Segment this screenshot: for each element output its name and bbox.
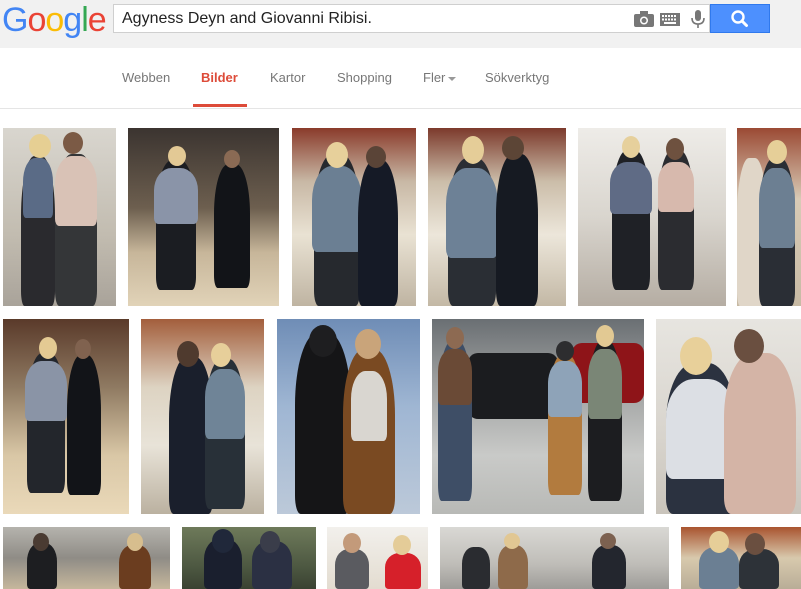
- logo-letter: o: [27, 1, 46, 39]
- image-result[interactable]: [440, 527, 669, 589]
- image-result[interactable]: [737, 128, 801, 306]
- tab-more-label: Fler: [423, 70, 446, 85]
- tab-shopping[interactable]: Shopping: [337, 70, 392, 85]
- search-input[interactable]: [114, 5, 642, 32]
- image-result[interactable]: [3, 128, 116, 306]
- microphone-icon[interactable]: [687, 10, 709, 28]
- image-result[interactable]: [681, 527, 801, 589]
- car-shape: [468, 353, 558, 419]
- image-result[interactable]: [428, 128, 566, 306]
- logo-letter: e: [87, 1, 107, 39]
- search-button[interactable]: [710, 4, 770, 33]
- google-logo[interactable]: Google: [2, 1, 107, 39]
- image-result[interactable]: [292, 128, 416, 306]
- image-result[interactable]: [578, 128, 726, 306]
- camera-icon[interactable]: [633, 10, 655, 28]
- logo-letter: g: [63, 1, 82, 39]
- active-tab-indicator: [193, 104, 247, 107]
- tab-more[interactable]: Fler: [423, 70, 457, 85]
- keyboard-icon[interactable]: [659, 10, 681, 28]
- chevron-down-icon: [448, 76, 457, 81]
- image-result[interactable]: [327, 527, 428, 589]
- tab-search-tools[interactable]: Sökverktyg: [485, 70, 549, 85]
- search-tabs: Webben Bilder Kartor Shopping Fler Sökve…: [0, 48, 801, 109]
- tab-web[interactable]: Webben: [122, 70, 170, 85]
- image-result[interactable]: [128, 128, 279, 306]
- image-result[interactable]: [182, 527, 316, 589]
- tab-maps[interactable]: Kartor: [270, 70, 305, 85]
- search-box: [113, 4, 710, 33]
- logo-letter: G: [2, 1, 28, 39]
- tab-images[interactable]: Bilder: [201, 70, 238, 85]
- image-result[interactable]: [277, 319, 420, 514]
- image-result[interactable]: [3, 319, 129, 514]
- image-result[interactable]: [656, 319, 801, 514]
- image-result[interactable]: [3, 527, 170, 589]
- top-bar: Google: [0, 0, 801, 48]
- image-result[interactable]: [432, 319, 644, 514]
- image-result[interactable]: [141, 319, 264, 514]
- logo-letter: o: [45, 1, 64, 39]
- magnifier-icon: [731, 10, 748, 27]
